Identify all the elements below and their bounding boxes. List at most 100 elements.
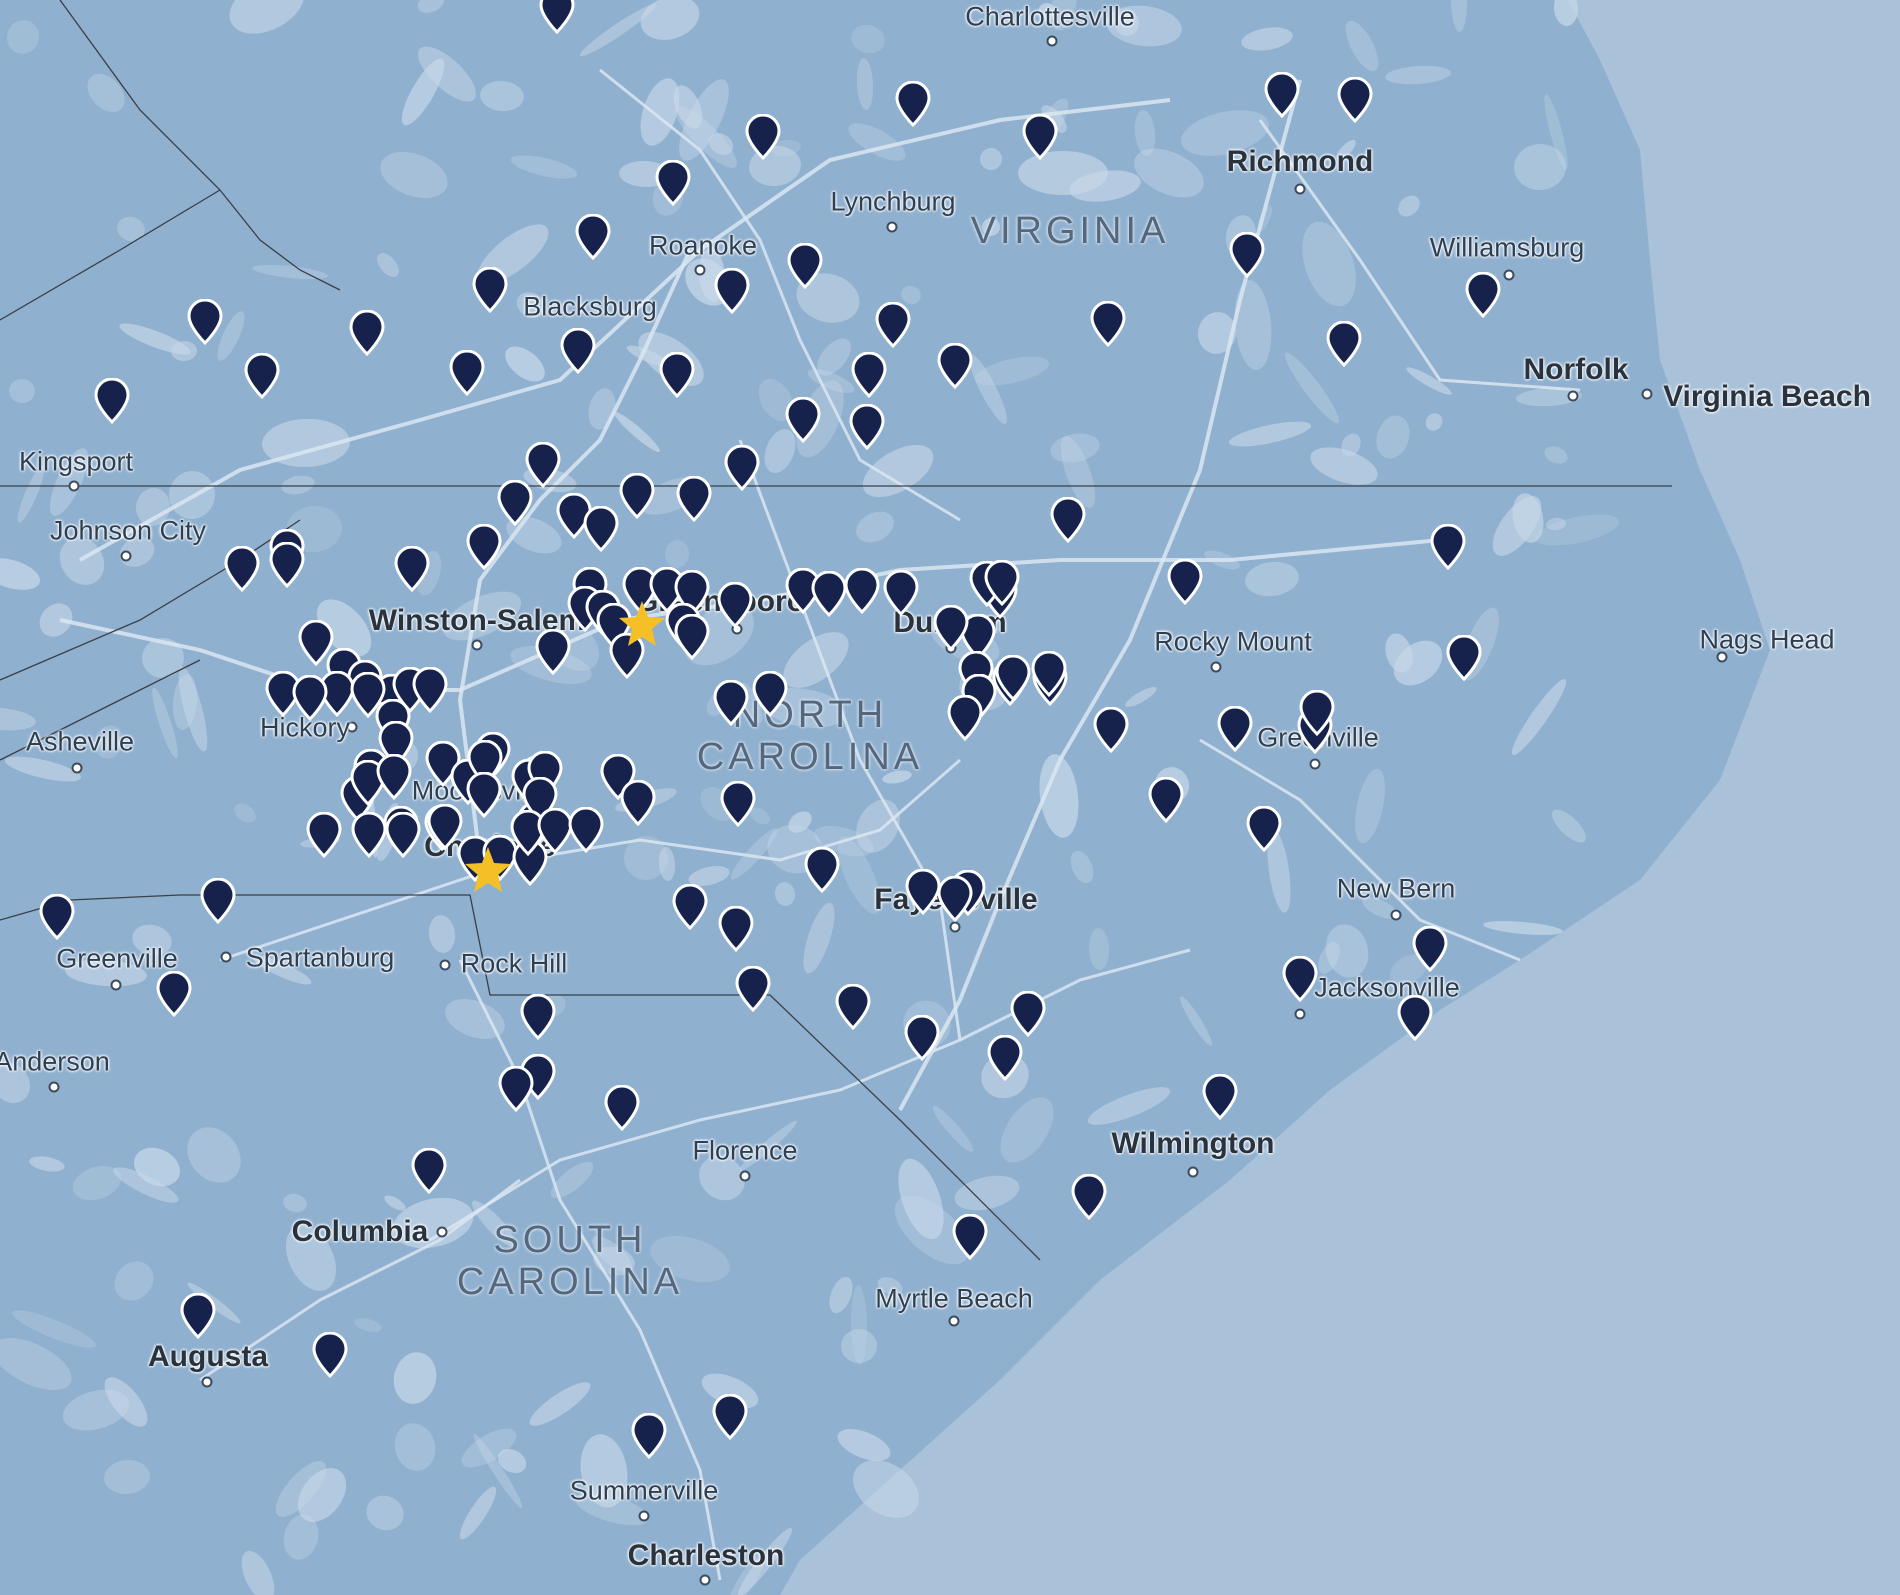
location-pin-icon[interactable] — [833, 983, 873, 1031]
location-pin-icon[interactable] — [537, 0, 577, 35]
location-pin-icon[interactable] — [602, 1084, 642, 1132]
location-pin-icon[interactable] — [464, 771, 504, 819]
location-pin-icon[interactable] — [902, 1014, 942, 1062]
location-pin-icon[interactable] — [1029, 650, 1069, 698]
location-pin-icon[interactable] — [92, 377, 132, 425]
city-label-myrtle-beach: Myrtle Beach — [875, 1283, 1033, 1314]
location-pin-icon[interactable] — [982, 559, 1022, 607]
location-pin-icon[interactable] — [1280, 955, 1320, 1003]
location-pin-icon[interactable] — [290, 674, 330, 722]
location-pin-icon[interactable] — [198, 877, 238, 925]
location-pin-icon[interactable] — [1048, 496, 1088, 544]
location-pin-icon[interactable] — [392, 545, 432, 593]
location-pin-icon[interactable] — [950, 1213, 990, 1261]
city-dot-anderson — [48, 1081, 60, 1093]
location-pin-icon[interactable] — [178, 1292, 218, 1340]
location-pin-icon[interactable] — [617, 472, 657, 520]
location-pin-icon[interactable] — [1262, 71, 1302, 119]
location-pin-icon[interactable] — [1324, 320, 1364, 368]
location-pin-icon[interactable] — [447, 349, 487, 397]
location-pin-icon[interactable] — [1020, 113, 1060, 161]
location-pin-icon[interactable] — [185, 298, 225, 346]
location-pin-icon[interactable] — [242, 352, 282, 400]
location-pin-icon[interactable] — [1069, 1173, 1109, 1221]
location-pin-icon[interactable] — [935, 342, 975, 390]
location-pin-icon[interactable] — [881, 569, 921, 617]
location-pin-icon[interactable] — [674, 475, 714, 523]
location-pin-icon[interactable] — [533, 628, 573, 676]
location-pin-icon[interactable] — [573, 213, 613, 261]
location-pin-icon[interactable] — [750, 670, 790, 718]
location-pin-icon[interactable] — [383, 811, 423, 859]
location-pin-icon[interactable] — [495, 479, 535, 527]
location-pin-icon[interactable] — [672, 613, 712, 661]
location-pin-icon[interactable] — [304, 811, 344, 859]
location-pin-icon[interactable] — [496, 1065, 536, 1113]
location-pin-icon[interactable] — [993, 654, 1033, 702]
location-pin-icon[interactable] — [1444, 634, 1484, 682]
location-pin-icon[interactable] — [1428, 523, 1468, 571]
location-pin-icon[interactable] — [1227, 231, 1267, 279]
location-pin-icon[interactable] — [1244, 805, 1284, 853]
location-pin-icon[interactable] — [154, 970, 194, 1018]
location-pin-icon[interactable] — [711, 679, 751, 727]
location-pin-icon[interactable] — [985, 1034, 1025, 1082]
location-pin-icon[interactable] — [712, 267, 752, 315]
city-label-blacksburg: Blacksburg — [523, 291, 657, 322]
location-pin-icon[interactable] — [581, 505, 621, 553]
location-pin-icon[interactable] — [842, 567, 882, 615]
location-pin-icon[interactable] — [310, 1331, 350, 1379]
location-pin-icon[interactable] — [470, 266, 510, 314]
location-pin-icon[interactable] — [618, 779, 658, 827]
location-pin-icon[interactable] — [847, 403, 887, 451]
location-pin-icon[interactable] — [464, 523, 504, 571]
featured-star-icon[interactable] — [617, 599, 667, 649]
location-pin-icon[interactable] — [670, 883, 710, 931]
location-pin-icon[interactable] — [931, 604, 971, 652]
location-pin-icon[interactable] — [718, 780, 758, 828]
location-pin-icon[interactable] — [710, 1393, 750, 1441]
location-pin-icon[interactable] — [409, 1147, 449, 1195]
location-pin-icon[interactable] — [1463, 271, 1503, 319]
location-pin-icon[interactable] — [1215, 705, 1255, 753]
location-pin-icon[interactable] — [653, 159, 693, 207]
featured-star-icon[interactable] — [463, 845, 513, 895]
location-pin-icon[interactable] — [733, 965, 773, 1013]
city-label-charlottesville: Charlottesville — [965, 1, 1135, 32]
location-pin-icon[interactable] — [558, 327, 598, 375]
location-pin-icon[interactable] — [518, 993, 558, 1041]
location-pin-icon[interactable] — [722, 444, 762, 492]
location-pin-icon[interactable] — [785, 242, 825, 290]
location-pin-icon[interactable] — [222, 545, 262, 593]
location-pin-icon[interactable] — [267, 541, 307, 589]
location-pin-icon[interactable] — [1297, 689, 1337, 737]
location-pin-icon[interactable] — [1146, 776, 1186, 824]
location-pin-icon[interactable] — [783, 396, 823, 444]
location-pin-icon[interactable] — [629, 1412, 669, 1460]
location-pin-icon[interactable] — [903, 868, 943, 916]
location-pin-icon[interactable] — [893, 80, 933, 128]
location-pin-icon[interactable] — [1335, 76, 1375, 124]
location-pin-icon[interactable] — [1410, 925, 1450, 973]
location-pin-icon[interactable] — [1008, 990, 1048, 1038]
location-pin-icon[interactable] — [1395, 994, 1435, 1042]
location-pin-icon[interactable] — [1091, 706, 1131, 754]
location-pin-icon[interactable] — [347, 309, 387, 357]
location-pin-icon[interactable] — [716, 905, 756, 953]
location-pin-icon[interactable] — [802, 846, 842, 894]
location-pin-icon[interactable] — [657, 351, 697, 399]
map-view[interactable]: VIRGINIA NORTH CAROLINA SOUTH CAROLINA Cha… — [0, 0, 1900, 1595]
location-pin-icon[interactable] — [1200, 1073, 1240, 1121]
location-pin-icon[interactable] — [374, 753, 414, 801]
location-pin-icon[interactable] — [873, 301, 913, 349]
location-pin-icon[interactable] — [410, 666, 450, 714]
location-pin-icon[interactable] — [37, 893, 77, 941]
location-pin-icon[interactable] — [1165, 558, 1205, 606]
location-pin-icon[interactable] — [849, 351, 889, 399]
location-pin-icon[interactable] — [715, 581, 755, 629]
location-pin-icon[interactable] — [1088, 300, 1128, 348]
location-pin-icon[interactable] — [566, 806, 606, 854]
city-label-richmond: Richmond — [1226, 145, 1374, 178]
location-pin-icon[interactable] — [743, 113, 783, 161]
location-pin-icon[interactable] — [945, 694, 985, 742]
